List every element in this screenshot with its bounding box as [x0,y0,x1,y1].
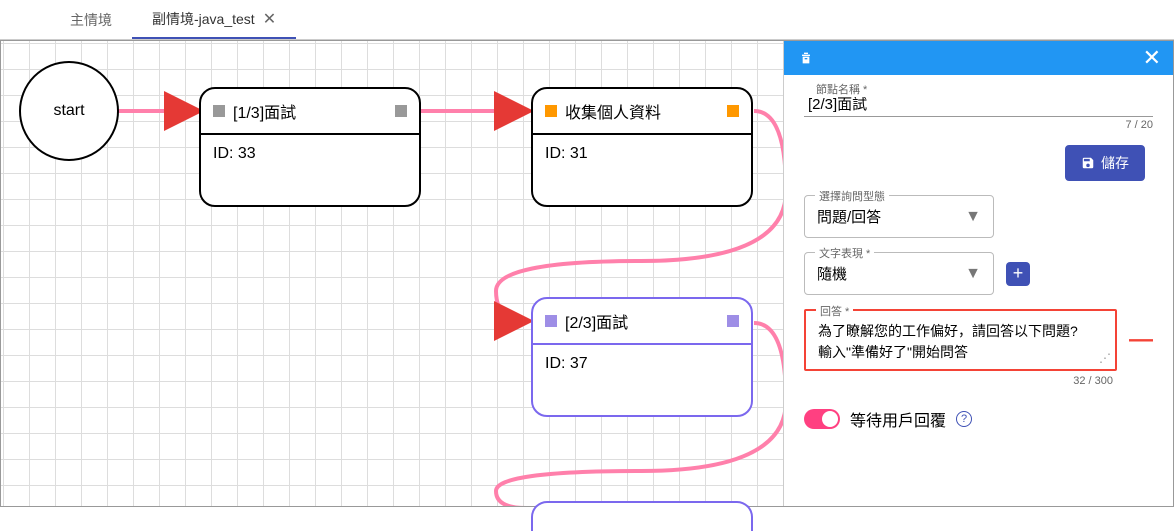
delete-icon[interactable] [796,48,816,68]
node-title: 收集個人資料 [565,99,719,123]
start-label: start [53,102,84,120]
select-value: 問題/回答 [817,206,965,227]
port-out-icon[interactable] [395,105,407,117]
tab-main-label: 主情境 [70,10,112,30]
node-title: [1/3]面試 [233,99,387,123]
close-icon[interactable]: ✕ [1143,45,1161,71]
field-label: 文字表現 * [815,245,874,261]
chevron-down-icon: ▼ [965,265,981,283]
save-icon [1081,156,1095,170]
tab-bar: 主情境 副情境-java_test ✕ [0,0,1174,40]
node-name-field: 節點名稱 * 7 / 20 [804,87,1153,131]
field-label: 回答 * [816,303,853,319]
port-in-icon[interactable] [213,105,225,117]
port-in-icon[interactable] [545,105,557,117]
toggle-label: 等待用戶回覆 [850,407,946,431]
field-label: 節點名稱 * [812,81,871,97]
remove-button[interactable]: — [1129,326,1153,354]
help-icon[interactable]: ? [956,411,972,427]
port-out-icon[interactable] [727,315,739,327]
add-button[interactable]: + [1006,262,1030,286]
port-out-icon[interactable] [727,105,739,117]
tab-main[interactable]: 主情境 [50,0,132,39]
field-label: 選擇詢問型態 [815,188,889,204]
panel-header: ✕ [784,41,1173,75]
text-expression-select[interactable]: 文字表現 * 隨機 ▼ [804,252,994,295]
save-label: 儲存 [1101,153,1129,173]
node-interview-2[interactable]: [2/3]面試 ID: 37 [531,297,753,417]
char-counter: 7 / 20 [804,119,1153,131]
node-title: [2/3]面試 [565,309,719,333]
save-button[interactable]: 儲存 [1065,145,1145,181]
port-in-icon[interactable] [545,315,557,327]
answer-textarea[interactable]: 為了瞭解您的工作偏好，請回答以下問題? 輸入"準備好了"開始問答 [818,321,1103,363]
chevron-down-icon: ▼ [965,208,981,226]
close-icon[interactable]: ✕ [263,9,276,29]
resize-handle-icon[interactable]: ⋰ [1099,351,1111,365]
node-id: ID: 37 [533,345,751,415]
char-counter: 32 / 300 [804,375,1153,387]
node-partial[interactable] [531,501,753,531]
node-interview-1[interactable]: [1/3]面試 ID: 33 [199,87,421,207]
node-collect-info[interactable]: 收集個人資料 ID: 31 [531,87,753,207]
node-id: ID: 33 [201,135,419,205]
answer-field[interactable]: 回答 * 為了瞭解您的工作偏好，請回答以下問題? 輸入"準備好了"開始問答 ⋰ [804,309,1117,371]
wait-reply-toggle[interactable] [804,409,840,429]
question-type-select[interactable]: 選擇詢問型態 問題/回答 ▼ [804,195,994,238]
start-node[interactable]: start [19,61,119,161]
tab-sub-label: 副情境-java_test [152,9,255,29]
tab-sub[interactable]: 副情境-java_test ✕ [132,0,296,39]
node-id: ID: 31 [533,135,751,205]
side-panel: ✕ 節點名稱 * 7 / 20 儲存 選擇詢問型態 問題/回答 ▼ [783,41,1173,506]
select-value: 隨機 [817,263,965,284]
